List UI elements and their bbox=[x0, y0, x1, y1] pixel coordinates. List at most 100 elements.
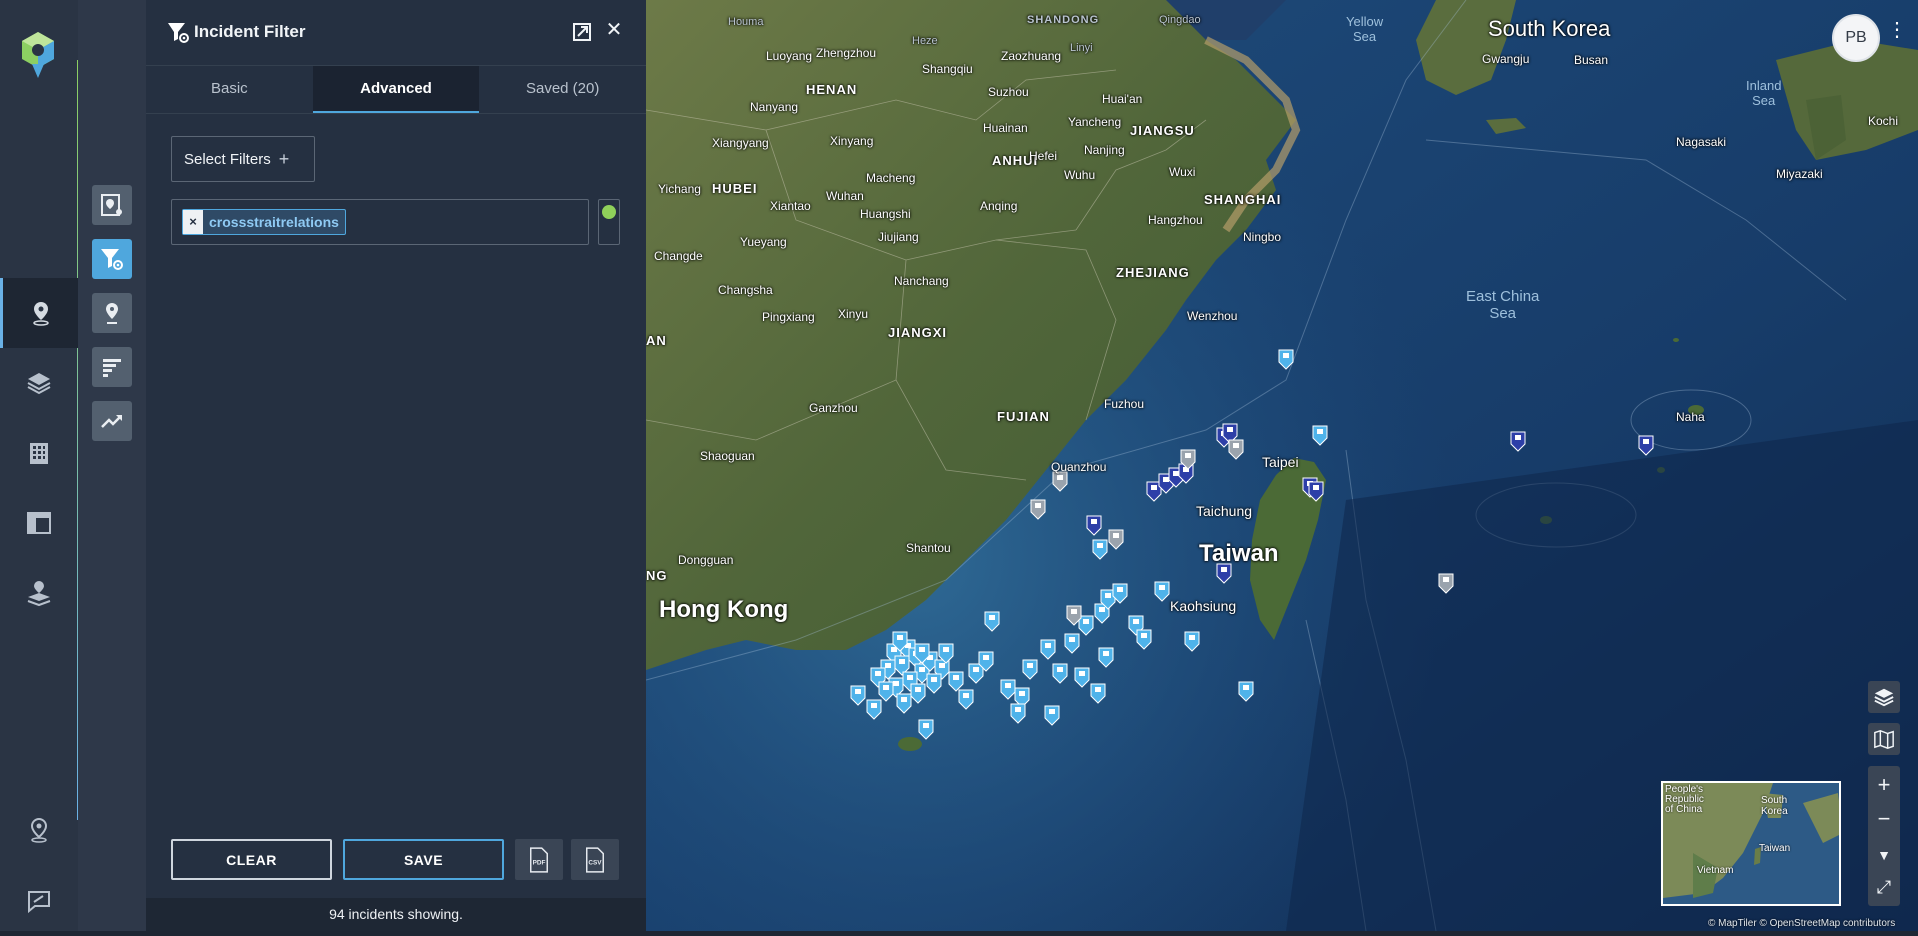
select-filters-button[interactable]: Select Filters + bbox=[171, 136, 315, 182]
label-inland-sea: Inland Sea bbox=[1746, 78, 1782, 108]
incident-marker-glyph bbox=[871, 703, 877, 708]
zoom-in-button[interactable]: + bbox=[1868, 770, 1900, 800]
label-wuxi: Wuxi bbox=[1169, 165, 1196, 179]
incident-marker-glyph bbox=[1443, 577, 1449, 582]
location-pin-icon bbox=[30, 817, 48, 843]
tab-basic[interactable]: Basic bbox=[146, 66, 313, 113]
minimap-label-prc: People's Republic of China bbox=[1665, 784, 1704, 815]
label-fuzhou: Fuzhou bbox=[1104, 397, 1145, 411]
export-csv-button[interactable]: CSV bbox=[571, 839, 619, 880]
incident-filter-panel: Incident Filter ✕ Basic Advanced Saved (… bbox=[146, 0, 646, 931]
incident-marker-glyph bbox=[1103, 651, 1109, 656]
rail-item-incidents[interactable] bbox=[0, 278, 78, 348]
building-icon bbox=[30, 443, 48, 464]
incident-marker-glyph bbox=[1057, 475, 1063, 480]
label-huainan: Huainan bbox=[983, 121, 1028, 135]
incident-marker-glyph bbox=[1083, 619, 1089, 624]
label-houma: Houma bbox=[728, 16, 764, 28]
compass-icon[interactable]: ▼ bbox=[1868, 840, 1900, 870]
stacked-pin-icon bbox=[27, 581, 51, 607]
incident-marker-glyph bbox=[1099, 607, 1105, 612]
zoom-out-button[interactable]: − bbox=[1868, 804, 1900, 834]
export-pdf-button[interactable]: PDF bbox=[515, 839, 563, 880]
incident-marker-glyph bbox=[897, 635, 903, 640]
save-button[interactable]: SAVE bbox=[343, 839, 504, 880]
pin-tool-button[interactable] bbox=[92, 293, 132, 333]
csv-label: CSV bbox=[588, 859, 602, 866]
label-taiwan: Taiwan bbox=[1199, 540, 1279, 567]
filter-gear-icon bbox=[168, 23, 189, 43]
rail-item-dashboard[interactable] bbox=[0, 488, 78, 558]
pdf-label: PDF bbox=[533, 859, 546, 866]
incident-marker-glyph bbox=[893, 681, 899, 686]
incident-marker-glyph bbox=[1035, 503, 1041, 508]
basemap-toggle-button[interactable] bbox=[1868, 723, 1900, 755]
label-hubei: HUBEI bbox=[712, 181, 758, 196]
label-nanchang: Nanchang bbox=[894, 274, 949, 288]
label-heze: Heze bbox=[912, 35, 938, 47]
filter-tag-input[interactable]: × crossstraitrelations bbox=[171, 199, 589, 245]
bar-chart-icon bbox=[103, 359, 121, 377]
map-layers-button[interactable] bbox=[1868, 681, 1900, 713]
tab-saved[interactable]: Saved (20) bbox=[479, 66, 646, 113]
trend-button[interactable] bbox=[92, 401, 132, 441]
label-hangzhou: Hangzhou bbox=[1148, 213, 1203, 227]
remove-tag-icon[interactable]: × bbox=[183, 210, 203, 234]
label-south-korea: South Korea bbox=[1488, 16, 1611, 41]
user-avatar[interactable]: PB bbox=[1832, 14, 1880, 62]
label-macheng: Macheng bbox=[866, 171, 916, 185]
incident-marker-glyph bbox=[875, 671, 881, 676]
pdf-file-icon: PDF bbox=[530, 846, 548, 873]
incident-filter-button[interactable] bbox=[92, 239, 132, 279]
app-logo[interactable] bbox=[20, 30, 56, 80]
overview-minimap[interactable]: People's Republic of China South Korea T… bbox=[1661, 781, 1841, 906]
incident-marker-glyph bbox=[915, 687, 921, 692]
incident-marker-glyph bbox=[1071, 609, 1077, 614]
incident-marker-glyph bbox=[963, 693, 969, 698]
rail-item-feedback[interactable] bbox=[0, 866, 78, 936]
label-taipei: Taipei bbox=[1262, 454, 1299, 470]
expand-icon[interactable] bbox=[572, 22, 592, 42]
label-ningbo: Ningbo bbox=[1243, 230, 1282, 244]
label-miyazaki: Miyazaki bbox=[1776, 167, 1823, 181]
rail-item-facilities[interactable] bbox=[0, 418, 78, 488]
incident-marker-glyph bbox=[1019, 691, 1025, 696]
label-suzhou-north: Suzhou bbox=[988, 85, 1029, 99]
trend-icon bbox=[101, 415, 122, 428]
close-icon[interactable]: ✕ bbox=[602, 18, 626, 42]
label-shantou: Shantou bbox=[906, 541, 951, 555]
label-ganzhou: Ganzhou bbox=[809, 401, 858, 415]
incident-marker-glyph bbox=[1283, 353, 1289, 358]
label-jiangxi: JIANGXI bbox=[888, 325, 948, 340]
incident-map[interactable]: South Korea Hong Kong Taiwan East China … bbox=[646, 0, 1918, 931]
rail-item-layers[interactable] bbox=[0, 348, 78, 418]
label-xinyang: Xinyang bbox=[830, 134, 874, 148]
incident-marker-glyph bbox=[931, 677, 937, 682]
filter-color-swatch[interactable] bbox=[598, 199, 620, 245]
bar-chart-button[interactable] bbox=[92, 347, 132, 387]
incident-marker-glyph bbox=[1049, 709, 1055, 714]
label-fujian: FUJIAN bbox=[997, 409, 1050, 424]
clear-button[interactable]: CLEAR bbox=[171, 839, 332, 880]
label-an: AN bbox=[646, 333, 667, 348]
label-quanzhou: Quanzhou bbox=[1051, 460, 1107, 474]
label-jiujiang: Jiujiang bbox=[878, 230, 919, 244]
layers-icon bbox=[27, 373, 51, 395]
label-shangqiu: Shangqiu bbox=[922, 62, 973, 76]
label-wuhan: Wuhan bbox=[826, 189, 864, 203]
incident-marker-glyph bbox=[883, 685, 889, 690]
incident-marker-glyph bbox=[1095, 687, 1101, 692]
fullscreen-icon[interactable]: ⤢ bbox=[1868, 872, 1900, 902]
map-report-button[interactable] bbox=[92, 185, 132, 225]
more-menu-icon[interactable]: ⋮ bbox=[1887, 20, 1907, 50]
tab-advanced[interactable]: Advanced bbox=[312, 66, 480, 113]
rail-item-stacked-pins[interactable] bbox=[0, 558, 78, 628]
rail-item-location[interactable] bbox=[0, 795, 78, 865]
label-yueyang: Yueyang bbox=[740, 235, 787, 249]
incident-marker-glyph bbox=[1233, 443, 1239, 448]
layers-icon bbox=[1874, 688, 1894, 707]
color-dot bbox=[602, 205, 616, 219]
label-east-china-sea: East China Sea bbox=[1466, 288, 1540, 322]
label-shanghai: SHANGHAI bbox=[1204, 192, 1282, 207]
map-attribution[interactable]: © MapTiler © OpenStreetMap contributors bbox=[1708, 918, 1895, 929]
